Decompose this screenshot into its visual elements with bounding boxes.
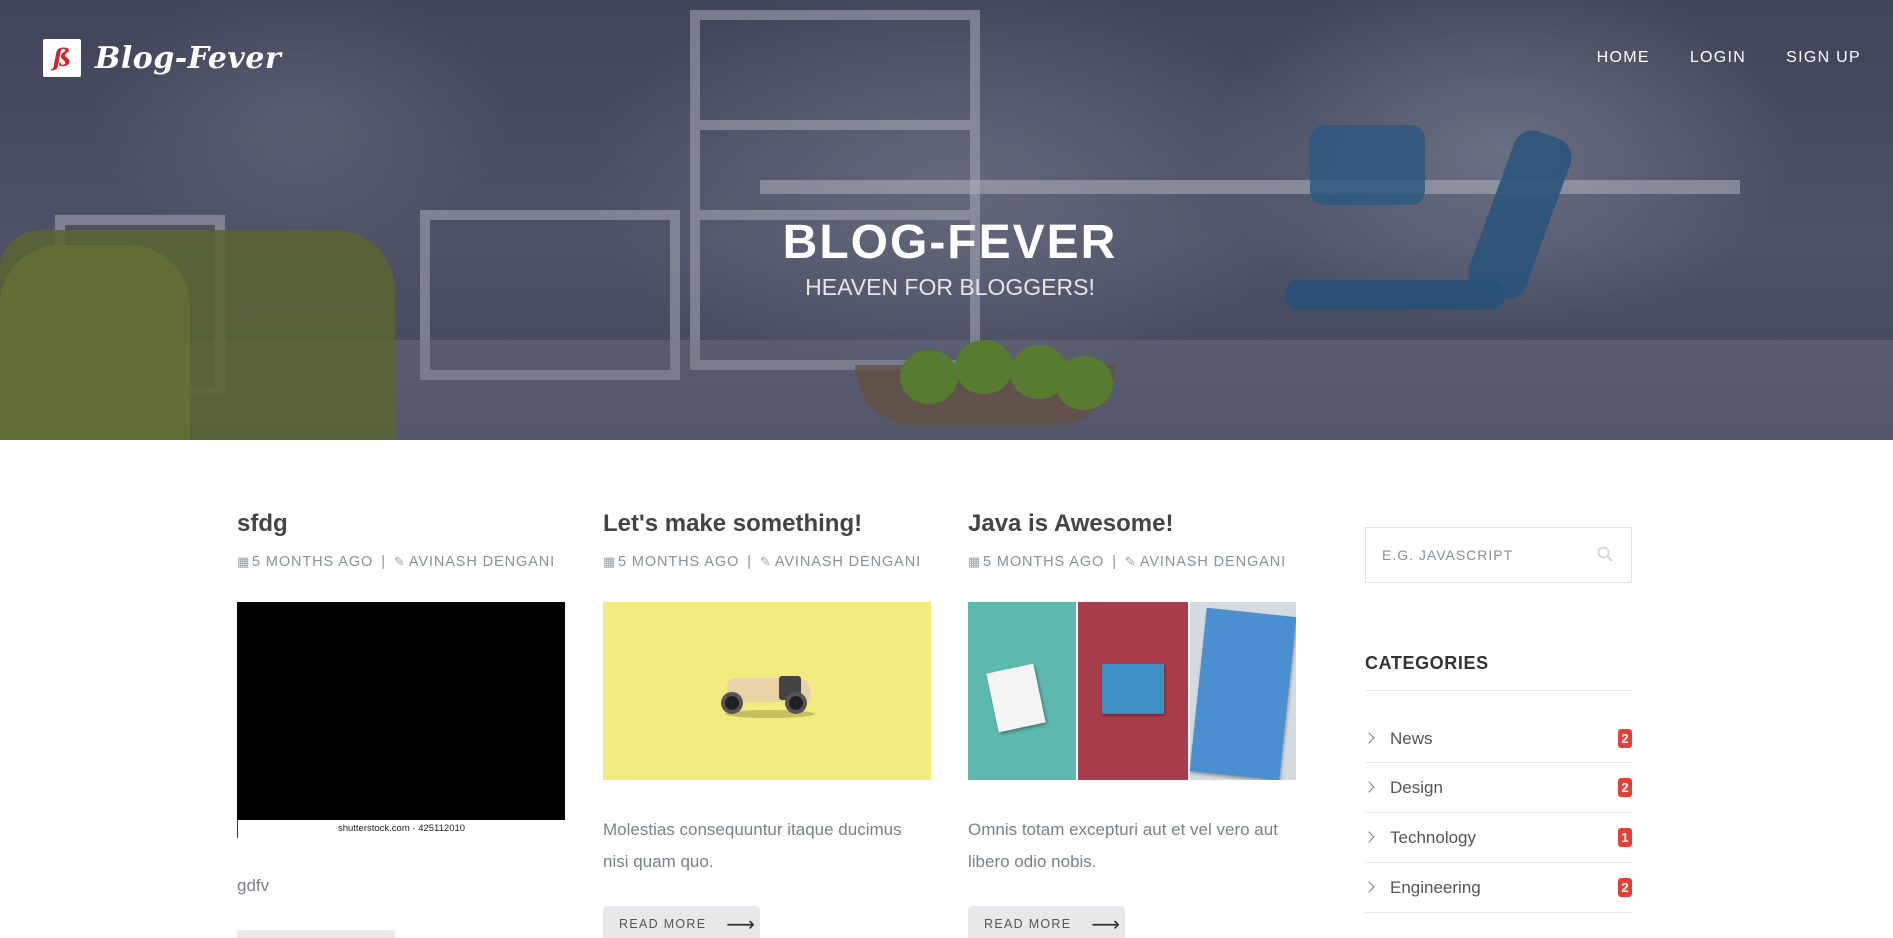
post-excerpt: gdfv	[237, 876, 270, 895]
category-item-design[interactable]: Design 2	[1363, 763, 1632, 813]
post-excerpt: Molestias consequuntur itaque ducimus ni…	[603, 820, 902, 871]
search-box	[1365, 527, 1632, 583]
category-count-badge: 1	[1618, 827, 1632, 847]
category-count-badge: 2	[1618, 877, 1632, 897]
post-excerpt: Omnis totam excepturi aut et vel vero au…	[968, 820, 1278, 871]
logo-letter: ß	[52, 43, 72, 72]
nav-signup-link[interactable]: SIGN UP	[1786, 49, 1861, 67]
nav-home-link[interactable]: HOME	[1597, 49, 1650, 67]
chevron-right-icon	[1363, 780, 1375, 793]
categories-heading: CATEGORIES	[1365, 653, 1489, 673]
category-label: Technology	[1390, 827, 1477, 847]
read-more-button[interactable]: READ MORE ⟶	[968, 906, 1125, 938]
toy-car-graphic	[721, 670, 817, 718]
post-card: Let's make something! ▦ 5 MONTHS AGO | ✎…	[603, 510, 931, 938]
calendar-icon: ▦	[968, 554, 982, 569]
chevron-right-icon	[1363, 880, 1375, 893]
category-count-badge: 2	[1618, 777, 1632, 797]
category-label: Engineering	[1390, 877, 1481, 897]
category-item-news[interactable]: News 2	[1363, 715, 1632, 763]
post-meta: ▦ 5 MONTHS AGO | ✎ AVINASH DENGANI	[237, 552, 565, 572]
logo-icon: ß	[43, 39, 81, 77]
category-count-badge: 2	[1618, 728, 1632, 748]
read-more-button[interactable]	[237, 930, 395, 938]
divider	[1365, 690, 1632, 691]
post-image-fill	[237, 602, 565, 820]
post-image[interactable]: shutterstock.com · 425112010	[237, 602, 565, 838]
brand-name: Blog-Fever	[95, 40, 282, 76]
category-label: News	[1390, 728, 1433, 748]
read-more-button[interactable]: READ MORE ⟶	[603, 906, 760, 938]
category-item-technology[interactable]: Technology 1	[1363, 813, 1632, 863]
chevron-right-icon	[1363, 830, 1375, 843]
pencil-icon: ✎	[759, 554, 772, 569]
post-card: sfdg ▦ 5 MONTHS AGO | ✎ AVINASH DENGANI …	[237, 510, 565, 938]
pencil-icon: ✎	[1124, 554, 1137, 569]
search-input[interactable]	[1382, 547, 1582, 563]
post-author-link[interactable]: AVINASH DENGANI	[1140, 554, 1286, 570]
top-nav: HOME LOGIN SIGN UP	[1597, 49, 1861, 67]
image-panel	[1078, 602, 1188, 780]
arrow-right-icon: ⟶	[726, 913, 757, 936]
post-card: Java is Awesome! ▦ 5 MONTHS AGO | ✎ AVIN…	[968, 510, 1296, 938]
search-icon[interactable]	[1597, 546, 1613, 562]
arrow-right-icon: ⟶	[1091, 913, 1122, 936]
post-meta: ▦ 5 MONTHS AGO | ✎ AVINASH DENGANI	[968, 552, 1296, 572]
post-title-link[interactable]: sfdg	[237, 510, 565, 538]
calendar-icon: ▦	[237, 554, 251, 569]
brand-logo-link[interactable]: ß Blog-Fever	[43, 39, 281, 77]
category-item-engineering[interactable]: Engineering 2	[1363, 863, 1632, 913]
pencil-icon: ✎	[393, 554, 406, 569]
meta-separator: |	[747, 554, 752, 570]
calendar-icon: ▦	[603, 554, 617, 569]
hero-subtitle: HEAVEN FOR BLOGGERS!	[805, 274, 1095, 300]
meta-separator: |	[1112, 554, 1117, 570]
post-date: 5 MONTHS AGO	[252, 554, 374, 570]
image-panel	[1189, 602, 1296, 780]
image-panel	[968, 602, 1076, 780]
post-title-link[interactable]: Java is Awesome!	[968, 510, 1296, 538]
post-author-link[interactable]: AVINASH DENGANI	[409, 554, 555, 570]
chevron-right-icon	[1363, 731, 1375, 744]
hero-banner: ß Blog-Fever HOME LOGIN SIGN UP BLOG-FEV…	[0, 0, 1893, 440]
category-label: Design	[1390, 777, 1443, 797]
nav-login-link[interactable]: LOGIN	[1690, 49, 1746, 67]
post-author-link[interactable]: AVINASH DENGANI	[775, 554, 921, 570]
hero-title: BLOG-FEVER	[782, 216, 1118, 269]
post-image-caption: shutterstock.com · 425112010	[237, 820, 565, 838]
post-image[interactable]	[968, 602, 1296, 780]
post-date: 5 MONTHS AGO	[618, 554, 740, 570]
read-more-label: READ MORE	[619, 917, 707, 931]
post-date: 5 MONTHS AGO	[983, 554, 1105, 570]
sidebar: CATEGORIES News 2 Design 2 Technology 1 …	[1363, 527, 1632, 913]
category-list: News 2 Design 2 Technology 1 Engineering…	[1363, 715, 1632, 913]
read-more-label: READ MORE	[984, 917, 1072, 931]
post-title-link[interactable]: Let's make something!	[603, 510, 931, 538]
post-image[interactable]	[603, 602, 931, 780]
meta-separator: |	[381, 554, 386, 570]
post-meta: ▦ 5 MONTHS AGO | ✎ AVINASH DENGANI	[603, 552, 931, 572]
